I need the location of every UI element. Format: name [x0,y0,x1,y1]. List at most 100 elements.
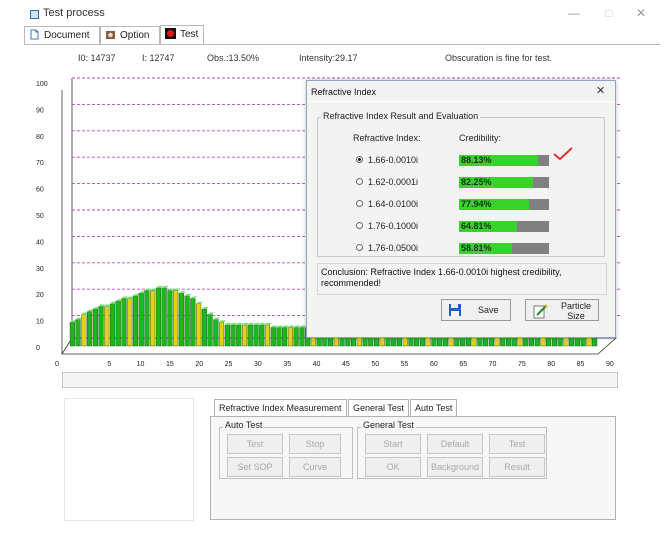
refractive-index-radio[interactable] [356,178,363,185]
chart-bar [150,290,156,347]
tab-option-label: Option [120,30,150,41]
tab-document-label: Document [44,30,90,41]
tab-document[interactable]: Document [24,26,100,45]
tab-refractive-index-measurement[interactable]: Refractive Index Measurement [214,399,347,416]
general-test-button[interactable]: Test [489,434,545,454]
chart-bar [196,303,202,347]
result-button[interactable]: Result [489,457,545,477]
y-tick-label: 20 [36,292,44,299]
chart-bar-cap [242,322,249,325]
conclusion-text: Conclusion: Refractive Index 1.66-0.0010… [317,263,607,295]
refractive-index-dialog: Refractive Index ✕ Refractive Index Resu… [306,80,616,338]
chart-bar [259,324,265,347]
curve-button[interactable]: Curve [289,457,341,477]
test-control-panel: Auto Test Test Stop Set SOP Curve Genera… [210,416,616,520]
chart-bar-cap [224,322,232,325]
chart-bar [218,322,225,347]
refractive-index-radio[interactable] [356,222,363,229]
maximize-button[interactable]: □ [601,6,617,20]
chart-bar-cap [196,301,203,304]
default-button[interactable]: Default [427,434,483,454]
dialog-title: Refractive Index [311,87,377,97]
chart-bar [230,324,236,347]
general-test-title: General Test [361,420,416,430]
chart-bar [264,324,271,347]
stop-button[interactable]: Stop [289,434,341,454]
x-tick-label: 70 [489,361,497,368]
y-tick-label: 100 [36,81,48,88]
tab-test[interactable]: Test [160,25,204,45]
chart-bar-cap [213,317,221,320]
chart-bar-cap [265,322,272,325]
title-bar: Test process — □ ✕ [0,0,668,26]
set-sop-button[interactable]: Set SOP [227,457,283,477]
chart-bar-cap [282,325,290,328]
particle-size-icon [532,303,548,321]
refractive-index-radio[interactable] [356,244,363,251]
tab-option[interactable]: Option [100,26,160,45]
chart-bar-cap [190,296,198,299]
close-button[interactable]: ✕ [633,6,649,20]
dialog-close-button[interactable]: ✕ [596,84,605,97]
y-tick-label: 40 [36,239,44,246]
chart-bar-cap [247,322,255,325]
x-tick-label: 60 [430,361,438,368]
chart-bar [81,314,87,347]
y-tick-label: 0 [36,345,40,352]
ok-button[interactable]: OK [365,457,421,477]
minimize-button[interactable]: — [566,6,582,20]
background-button[interactable]: Background [427,457,483,477]
chart-bar-cap [207,312,215,315]
chart-bar [144,290,150,347]
chart-bar-cap [161,285,169,288]
chart-bar-cap [293,325,301,328]
chart-bar [132,295,139,347]
chart-bar-cap [236,322,244,325]
test-icon [165,28,176,39]
tab-divider [24,44,660,45]
chart-bar-cap [219,320,226,323]
x-tick-label: 65 [459,361,467,368]
refractive-index-radio[interactable] [356,156,363,163]
chart-bar-cap [184,293,192,296]
x-tick-label: 45 [342,361,350,368]
refractive-index-label: 1.76-0.0500i [368,243,419,253]
document-icon [29,29,40,40]
credibility-bar: 58.81% [459,243,549,254]
chart-bar [75,319,81,347]
y-tick-label: 70 [36,160,44,167]
dialog-title-divider [307,101,615,102]
chart-bar-cap [179,291,186,294]
chart-bar [201,308,207,347]
refractive-index-label: 1.66-0.0010i [368,155,419,165]
x-tick-label: 25 [225,361,233,368]
tab-auto-test[interactable]: Auto Test [410,399,458,416]
option-icon [105,29,116,40]
preview-panel [64,398,194,521]
credibility-bar: 82.25% [459,177,549,188]
obscuration-status: Obscuration is fine for test. [445,53,553,63]
chart-bar-cap [276,325,284,328]
chart-bar [161,287,167,347]
chart-bar [287,327,294,347]
chart-bar [98,306,104,347]
chart-scrollbar[interactable] [62,372,618,388]
credibility-bar: 88.13% [459,155,549,166]
credibility-value: 77.94% [461,199,492,209]
refractive-index-label: 1.62-0.0001i [368,177,419,187]
chart-bar [92,308,98,347]
refractive-index-radio[interactable] [356,200,363,207]
tab-general-test[interactable]: General Test [348,399,409,416]
save-button[interactable]: Save [441,299,511,321]
particle-size-button[interactable]: Particle Size [525,299,599,321]
x-tick-label: 10 [137,361,145,368]
credibility-bar: 64.81% [459,221,549,232]
start-button[interactable]: Start [365,434,421,454]
chart-bar [207,314,213,347]
chart-bar-cap [230,322,238,325]
x-tick-label: 50 [371,361,379,368]
chart-bar [138,292,144,347]
auto-test-button[interactable]: Test [227,434,283,454]
credibility-value: 64.81% [461,221,492,231]
save-icon [448,303,462,319]
